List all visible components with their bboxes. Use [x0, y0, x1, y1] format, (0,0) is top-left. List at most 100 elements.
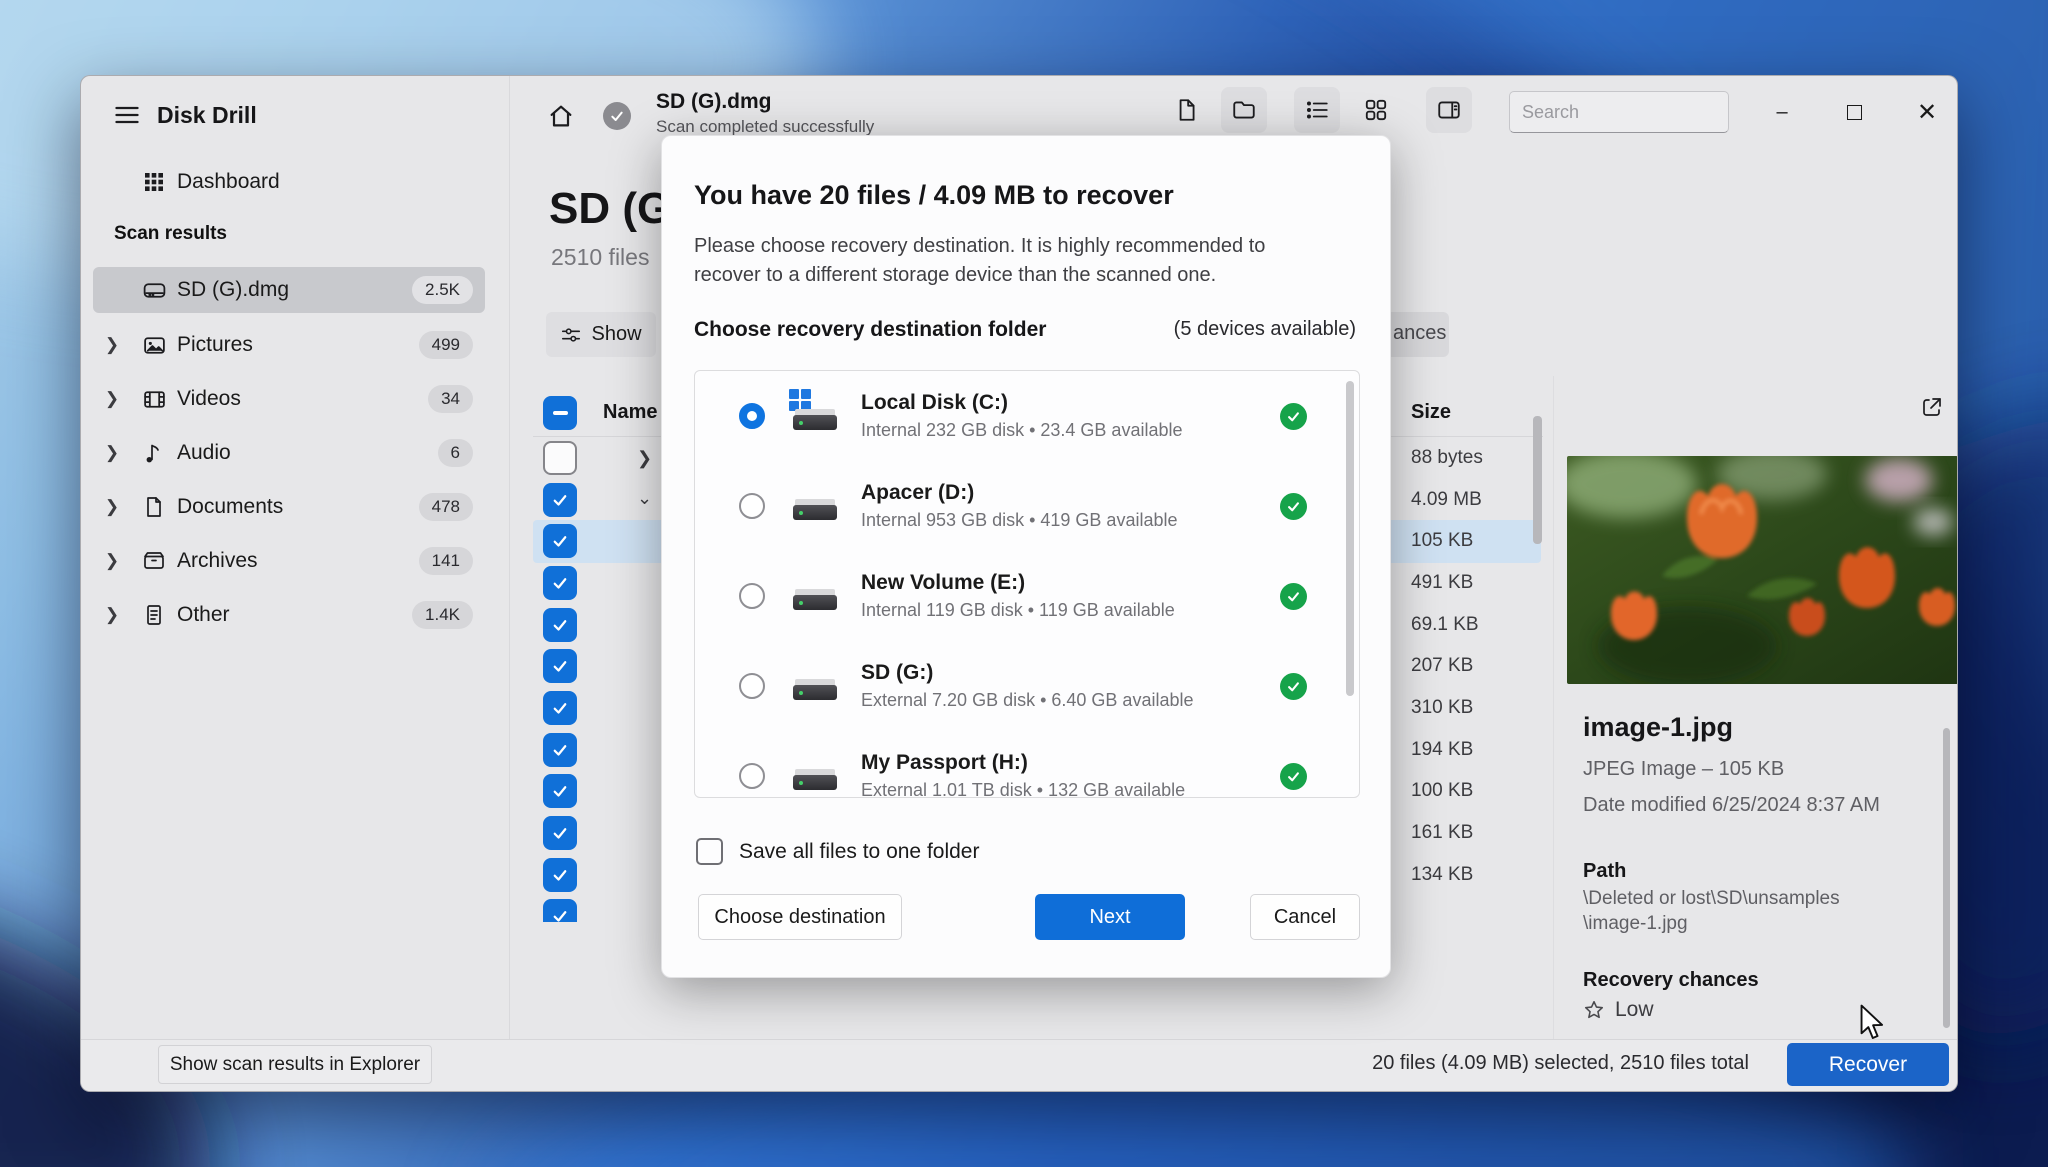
search-input[interactable] [1522, 102, 1754, 123]
disk-drill-window: Disk Drill Dashboard Scan results SD (G)… [80, 75, 1958, 1092]
close-button[interactable]: ✕ [1907, 94, 1947, 130]
drive-details: External 7.20 GB disk • 6.40 GB availabl… [861, 690, 1280, 711]
row-checkbox[interactable] [543, 774, 577, 808]
list-view-button[interactable] [1294, 87, 1340, 133]
cancel-label: Cancel [1274, 906, 1336, 929]
grid-view-button[interactable] [1353, 87, 1399, 133]
sidebar-item-dashboard[interactable]: Dashboard [93, 160, 485, 204]
dashboard-label: Dashboard [177, 170, 485, 194]
drive-details: External 1.01 TB disk • 132 GB available [861, 780, 1280, 798]
open-folder-button[interactable] [1221, 87, 1267, 133]
drive-option-sd-g[interactable]: SD (G:) External 7.20 GB disk • 6.40 GB … [695, 641, 1359, 731]
drive-icon [791, 487, 839, 525]
image-preview[interactable] [1567, 456, 1958, 684]
videos-icon [131, 387, 177, 412]
drive-ok-icon [1280, 493, 1307, 520]
recover-button-label: Recover [1829, 1053, 1907, 1077]
home-button[interactable] [541, 96, 581, 136]
recover-button[interactable]: Recover [1787, 1043, 1949, 1086]
drive-name: SD (G:) [861, 661, 1280, 685]
destination-list-scrollbar[interactable] [1346, 381, 1354, 696]
radio-selected[interactable] [739, 403, 765, 429]
tulips-photo [1567, 456, 1958, 684]
drive-option-apacer-d[interactable]: Apacer (D:) Internal 953 GB disk • 419 G… [695, 461, 1359, 551]
drive-option-new-volume-e[interactable]: New Volume (E:) Internal 119 GB disk • 1… [695, 551, 1359, 641]
row-checkbox[interactable] [543, 858, 577, 892]
preview-panel-button[interactable] [1426, 87, 1472, 133]
chevron-right-icon[interactable]: ❯ [93, 389, 131, 409]
sidebar-item-videos[interactable]: ❯ Videos 34 [93, 376, 485, 422]
scan-status-icon [603, 102, 631, 130]
devices-available-note: (5 devices available) [1174, 318, 1356, 341]
maximize-button[interactable] [1834, 94, 1874, 130]
header-title: SD (G).dmg [656, 90, 772, 114]
show-filter-button[interactable]: Show [546, 312, 656, 357]
size-cell: 69.1 KB [1411, 608, 1479, 642]
save-one-folder-row[interactable]: Save all files to one folder [696, 838, 979, 865]
row-checkbox[interactable] [543, 649, 577, 683]
row-checkbox[interactable] [543, 608, 577, 642]
row-checkbox[interactable] [543, 899, 577, 922]
indeterminate-mark [553, 411, 568, 415]
row-checkbox[interactable] [543, 816, 577, 850]
open-preview-button[interactable] [1915, 390, 1949, 424]
search-box[interactable] [1509, 91, 1729, 133]
save-one-folder-checkbox[interactable] [696, 838, 723, 865]
grid-view-icon [1363, 97, 1389, 123]
open-external-icon [1920, 395, 1944, 419]
sidebar-item-pictures[interactable]: ❯ Pictures 499 [93, 322, 485, 368]
chevron-right-icon[interactable]: ❯ [93, 335, 131, 355]
hamburger-icon [111, 101, 143, 129]
row-checkbox[interactable] [543, 566, 577, 600]
size-cell: 134 KB [1411, 858, 1473, 892]
row-checkbox[interactable] [543, 441, 577, 475]
preview-panel-divider [1553, 376, 1554, 1039]
row-collapse-chevron[interactable]: ⌄ [637, 488, 652, 509]
home-icon [547, 102, 575, 130]
minimize-button[interactable]: – [1762, 94, 1802, 130]
show-filter-label: Show [591, 323, 641, 346]
drive-option-my-passport-h[interactable]: My Passport (H:) External 1.01 TB disk •… [695, 731, 1359, 798]
size-column-header[interactable]: Size [1411, 401, 1451, 424]
drive-icon [131, 278, 177, 303]
hamburger-menu-button[interactable] [111, 101, 147, 131]
file-list-scrollbar[interactable] [1533, 416, 1542, 544]
sidebar-item-sd-g-dmg[interactable]: SD (G).dmg 2.5K [93, 267, 485, 313]
row-checkbox[interactable] [543, 483, 577, 517]
radio-unselected[interactable] [739, 763, 765, 789]
cancel-button[interactable]: Cancel [1250, 894, 1360, 940]
size-cell: 310 KB [1411, 691, 1473, 725]
choose-destination-button[interactable]: Choose destination [698, 894, 902, 940]
drive-name: New Volume (E:) [861, 571, 1280, 595]
system-drive-icon [791, 397, 839, 435]
size-cell: 105 KB [1411, 524, 1473, 558]
save-one-folder-label: Save all files to one folder [739, 840, 979, 864]
preview-scrollbar[interactable] [1943, 728, 1950, 1028]
row-checkbox[interactable] [543, 733, 577, 767]
drive-details: Internal 232 GB disk • 23.4 GB available [861, 420, 1280, 441]
page-subtitle: 2510 files [551, 244, 649, 271]
next-button[interactable]: Next [1035, 894, 1185, 940]
document-icon [1173, 97, 1199, 123]
selection-status-text: 20 files (4.09 MB) selected, 2510 files … [1372, 1052, 1749, 1075]
select-all-checkbox[interactable] [543, 396, 577, 430]
show-in-explorer-button[interactable]: Show scan results in Explorer [158, 1045, 432, 1084]
radio-unselected[interactable] [739, 493, 765, 519]
new-session-button[interactable] [1163, 87, 1209, 133]
name-column-header[interactable]: Name [603, 401, 657, 424]
sidebar-item-label: SD (G).dmg [177, 278, 412, 302]
row-expand-chevron[interactable]: ❯ [637, 448, 652, 469]
drive-ok-icon [1280, 673, 1307, 700]
radio-unselected[interactable] [739, 583, 765, 609]
row-checkbox[interactable] [543, 691, 577, 725]
radio-unselected[interactable] [739, 673, 765, 699]
drive-icon [791, 757, 839, 795]
drive-option-local-disk-c[interactable]: Local Disk (C:) Internal 232 GB disk • 2… [695, 371, 1359, 461]
drive-details: Internal 119 GB disk • 119 GB available [861, 600, 1280, 621]
dialog-title: You have 20 files / 4.09 MB to recover [694, 180, 1174, 211]
destination-list: Local Disk (C:) Internal 232 GB disk • 2… [694, 370, 1360, 798]
recovery-chance-row: Low [1583, 998, 1654, 1022]
recovery-destination-dialog: You have 20 files / 4.09 MB to recover P… [661, 135, 1391, 978]
row-checkbox[interactable] [543, 524, 577, 558]
pictures-icon [131, 333, 177, 358]
